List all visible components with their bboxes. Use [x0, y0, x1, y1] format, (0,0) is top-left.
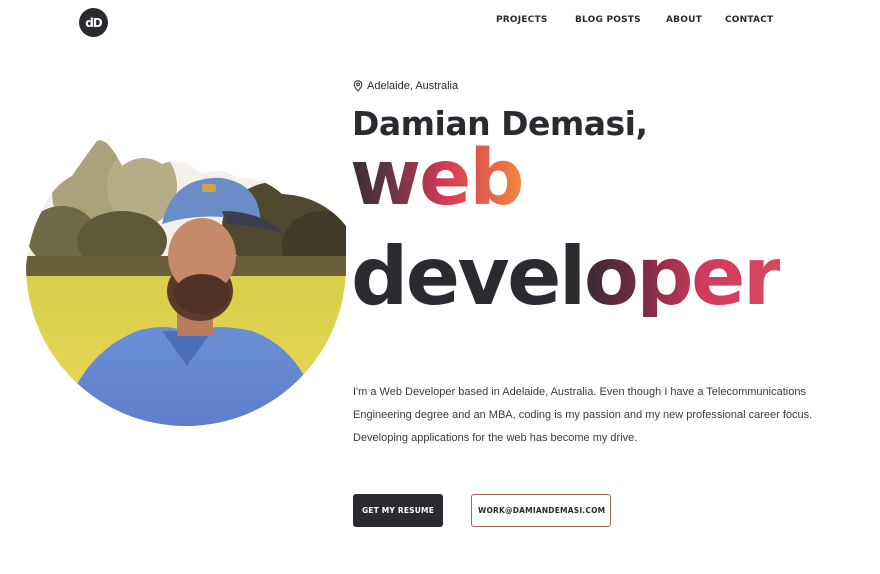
bio-line: I'm a Web Developer based in Adelaide, A… [353, 386, 806, 398]
location: Adelaide, Australia [353, 80, 458, 92]
profile-photo [22, 116, 350, 426]
nav-contact[interactable]: CONTACT [725, 15, 773, 25]
main-nav: PROJECTS BLOG POSTS ABOUT CONTACT [0, 15, 880, 29]
nav-projects[interactable]: PROJECTS [496, 15, 548, 25]
location-text: Adelaide, Australia [367, 80, 459, 92]
bio: I'm a Web Developer based in Adelaide, A… [353, 381, 833, 450]
hero-role-line2: developer [351, 230, 782, 323]
hero-role-line1: web [350, 134, 524, 223]
get-resume-button[interactable]: GET MY RESUME [353, 494, 443, 527]
bio-line: Developing applications for the web has … [353, 432, 638, 444]
bio-line: Engineering degree and an MBA, coding is… [353, 409, 813, 421]
map-pin-icon [353, 80, 363, 92]
nav-about[interactable]: ABOUT [666, 15, 702, 25]
nav-blog-posts[interactable]: BLOG POSTS [575, 15, 641, 25]
email-button[interactable]: WORK@DAMIANDEMASI.COM [471, 494, 611, 527]
